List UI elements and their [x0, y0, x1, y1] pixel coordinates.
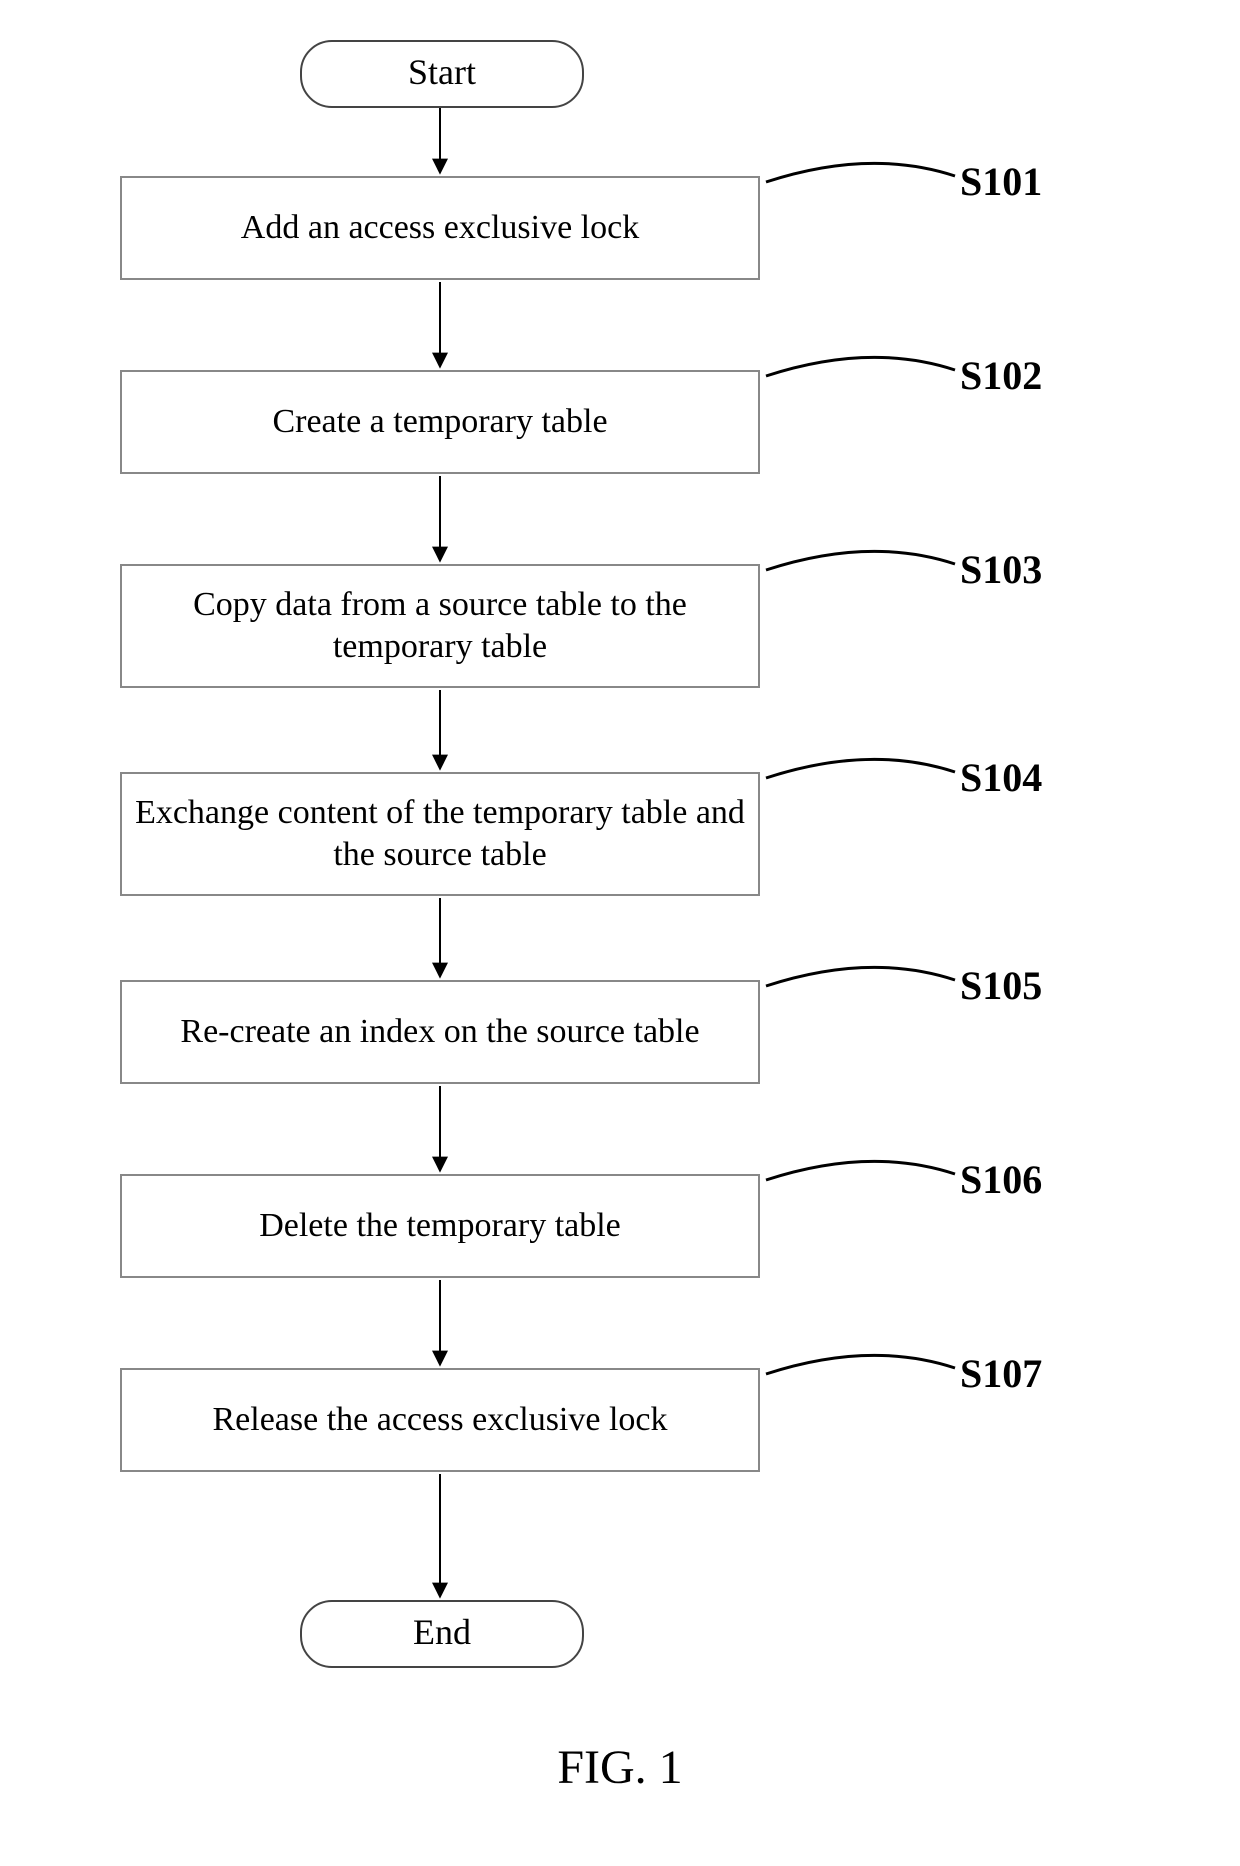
process-step-s107: Release the access exclusive lock: [120, 1368, 760, 1472]
process-step-s101: Add an access exclusive lock: [120, 176, 760, 280]
process-step-text: Create a temporary table: [272, 372, 607, 472]
process-step-s103: Copy data from a source table to the tem…: [120, 564, 760, 688]
step-label-s101: S101: [960, 158, 1042, 205]
step-label-s103: S103: [960, 546, 1042, 593]
process-step-text: Re-create an index on the source table: [180, 982, 699, 1082]
process-step-s104: Exchange content of the temporary table …: [120, 772, 760, 896]
step-label-s107: S107: [960, 1350, 1042, 1397]
process-step-text: Add an access exclusive lock: [241, 178, 639, 278]
process-step-s106: Delete the temporary table: [120, 1174, 760, 1278]
terminal-start-label: Start: [408, 52, 476, 92]
process-step-text: Delete the temporary table: [259, 1176, 621, 1276]
figure-page: Start Add an access exclusive lock S101 …: [0, 0, 1240, 1866]
process-step-text: Copy data from a source table to the tem…: [134, 584, 746, 668]
figure-label: FIG. 1: [0, 1740, 1240, 1795]
step-label-s102: S102: [960, 352, 1042, 399]
terminal-end-label: End: [413, 1612, 471, 1652]
step-label-s105: S105: [960, 962, 1042, 1009]
process-step-text: Exchange content of the temporary table …: [134, 792, 746, 876]
step-label-s106: S106: [960, 1156, 1042, 1203]
terminal-start: Start: [300, 40, 584, 108]
process-step-s105: Re-create an index on the source table: [120, 980, 760, 1084]
step-label-s104: S104: [960, 754, 1042, 801]
terminal-end: End: [300, 1600, 584, 1668]
process-step-text: Release the access exclusive lock: [212, 1370, 667, 1470]
process-step-s102: Create a temporary table: [120, 370, 760, 474]
